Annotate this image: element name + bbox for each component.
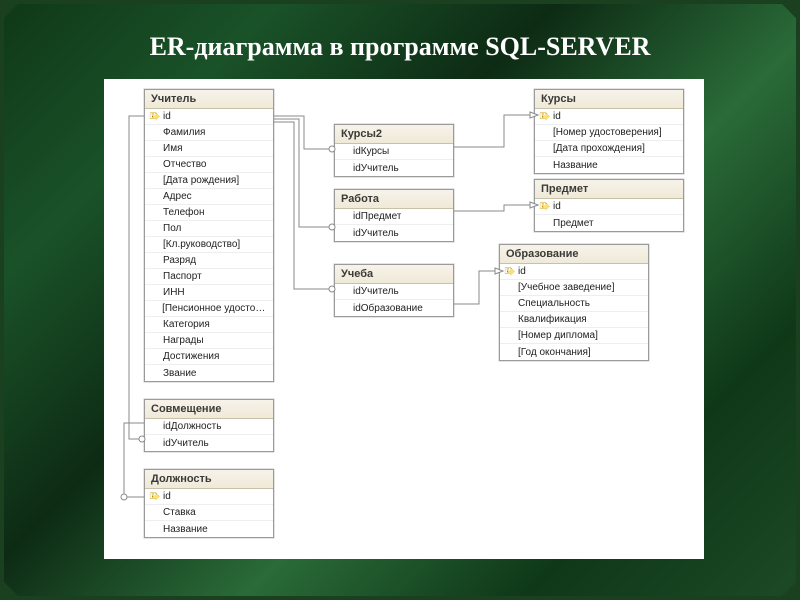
column-row: [Учебное заведение] <box>500 280 648 296</box>
column-row: Имя <box>145 141 273 157</box>
column-row: Категория <box>145 317 273 333</box>
column-row: Фамилия <box>145 125 273 141</box>
entity-title: Должность <box>145 470 273 489</box>
entity-dolzhnost[interactable]: Должность id Ставка Название <box>144 469 274 538</box>
entity-obrazovanie[interactable]: Образование id [Учебное заведение] Специ… <box>499 244 649 361</box>
column-row: idДолжность <box>145 419 273 435</box>
entity-kursy2[interactable]: Курсы2 idКурсы idУчитель <box>334 124 454 177</box>
slide-corner <box>4 4 18 18</box>
column-row: [Кл.руководство] <box>145 237 273 253</box>
entity-title: Совмещение <box>145 400 273 419</box>
column-row: Предмет <box>535 215 683 231</box>
column-row: Паспорт <box>145 269 273 285</box>
column-row: id <box>535 109 683 125</box>
column-row: Телефон <box>145 205 273 221</box>
column-row: id <box>145 109 273 125</box>
entity-title: Курсы2 <box>335 125 453 144</box>
entity-title: Учеба <box>335 265 453 284</box>
column-row: Достижения <box>145 349 273 365</box>
column-row: Пол <box>145 221 273 237</box>
column-row: id <box>500 264 648 280</box>
entity-kursy[interactable]: Курсы id [Номер удостоверения] [Дата про… <box>534 89 684 174</box>
key-icon <box>149 112 159 122</box>
column-row: [Пенсионное удостовер... <box>145 301 273 317</box>
entity-title: Предмет <box>535 180 683 199</box>
column-row: [Номер диплома] <box>500 328 648 344</box>
column-row: Ставка <box>145 505 273 521</box>
key-icon <box>539 202 549 212</box>
column-row: [Год окончания] <box>500 344 648 360</box>
entity-predmet[interactable]: Предмет id Предмет <box>534 179 684 232</box>
column-row: Название <box>145 521 273 537</box>
er-diagram-canvas: Учитель id Фамилия Имя Отчество [Дата ро… <box>104 79 704 559</box>
entity-title: Образование <box>500 245 648 264</box>
slide-corner <box>782 582 796 596</box>
column-row: idУчитель <box>145 435 273 451</box>
column-row: idУчитель <box>335 160 453 176</box>
blank-icon <box>149 128 159 138</box>
column-row: Квалификация <box>500 312 648 328</box>
column-row: ИНН <box>145 285 273 301</box>
column-row: Звание <box>145 365 273 381</box>
column-row: Разряд <box>145 253 273 269</box>
column-row: id <box>145 489 273 505</box>
column-row: idУчитель <box>335 284 453 300</box>
entity-title: Учитель <box>145 90 273 109</box>
slide-title: ER-диаграмма в программе SQL-SERVER <box>4 32 796 62</box>
column-row: Отчество <box>145 157 273 173</box>
key-icon <box>504 267 514 277</box>
column-row: id <box>535 199 683 215</box>
column-row: [Номер удостоверения] <box>535 125 683 141</box>
entity-title: Курсы <box>535 90 683 109</box>
entity-ucheba[interactable]: Учеба idУчитель idОбразование <box>334 264 454 317</box>
entity-teacher[interactable]: Учитель id Фамилия Имя Отчество [Дата ро… <box>144 89 274 382</box>
column-row: Название <box>535 157 683 173</box>
column-row: [Дата рождения] <box>145 173 273 189</box>
entity-sovmeshenie[interactable]: Совмещение idДолжность idУчитель <box>144 399 274 452</box>
entity-rabota[interactable]: Работа idПредмет idУчитель <box>334 189 454 242</box>
slide-corner <box>4 582 18 596</box>
key-icon <box>149 492 159 502</box>
key-icon <box>539 112 549 122</box>
column-row: Специальность <box>500 296 648 312</box>
entity-title: Работа <box>335 190 453 209</box>
column-row: idПредмет <box>335 209 453 225</box>
column-row: Награды <box>145 333 273 349</box>
column-row: idУчитель <box>335 225 453 241</box>
column-row: [Дата прохождения] <box>535 141 683 157</box>
column-row: idОбразование <box>335 300 453 316</box>
column-row: Адрес <box>145 189 273 205</box>
column-row: idКурсы <box>335 144 453 160</box>
slide-corner <box>782 4 796 18</box>
